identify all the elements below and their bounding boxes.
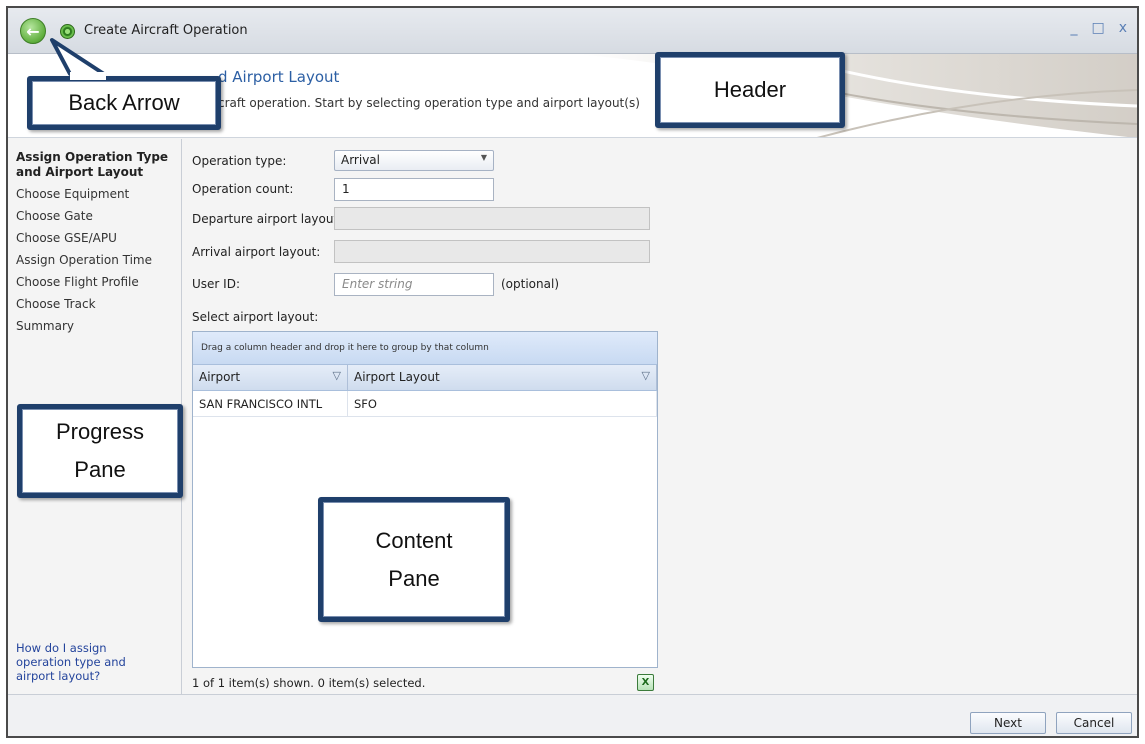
chevron-down-icon: ▼ xyxy=(480,153,487,162)
column-header-label: Airport Layout xyxy=(354,370,440,384)
header-callout-text: Header xyxy=(713,77,787,102)
filter-icon[interactable]: ▽ xyxy=(642,369,650,382)
cell-airport-layout: SFO xyxy=(348,391,657,416)
column-header-airport-layout[interactable]: Airport Layout ▽ xyxy=(348,365,657,390)
minimize-icon[interactable]: _ xyxy=(1070,20,1077,36)
grid-status-text: 1 of 1 item(s) shown. 0 item(s) selected… xyxy=(192,676,426,690)
back-arrow-callout: Back Arrow xyxy=(27,76,221,130)
help-link[interactable]: How do I assign operation type and airpo… xyxy=(16,641,156,683)
column-header-airport[interactable]: Airport ▽ xyxy=(193,365,348,390)
title-bar: ← Create Aircraft Operation _ □ x xyxy=(8,8,1137,54)
user-id-label: User ID: xyxy=(192,277,240,291)
excel-export-icon[interactable]: X xyxy=(637,674,654,691)
cell-airport: SAN FRANCISCO INTL xyxy=(193,391,348,416)
wizard-footer: Next Cancel xyxy=(8,694,1137,736)
step-choose-equipment[interactable]: Choose Equipment xyxy=(16,187,176,202)
table-row[interactable]: SAN FRANCISCO INTL SFO xyxy=(193,391,657,417)
cancel-button[interactable]: Cancel xyxy=(1056,712,1132,734)
back-arrow-button[interactable]: ← xyxy=(20,18,46,44)
arrival-layout-field xyxy=(334,240,650,263)
progress-pane-callout-line1: Progress xyxy=(55,419,145,444)
back-arrow-callout-text: Back Arrow xyxy=(68,90,180,115)
step-summary[interactable]: Summary xyxy=(16,319,176,334)
column-header-label: Airport xyxy=(199,370,241,384)
step-choose-gse-apu[interactable]: Choose GSE/APU xyxy=(16,231,176,246)
operation-type-value: Arrival xyxy=(341,153,380,167)
step-assign-operation-type[interactable]: Assign Operation Type and Airport Layout xyxy=(16,150,176,180)
content-pane-callout-line1: Content xyxy=(375,527,453,553)
window-controls: _ □ x xyxy=(1070,20,1127,36)
grid-header: Airport ▽ Airport Layout ▽ xyxy=(193,365,657,391)
departure-layout-field xyxy=(334,207,650,230)
maximize-icon[interactable]: □ xyxy=(1091,20,1104,36)
close-icon[interactable]: x xyxy=(1119,20,1127,36)
arrival-layout-label: Arrival airport layout: xyxy=(192,245,321,259)
content-pane-callout: Content Pane xyxy=(318,497,510,622)
next-button[interactable]: Next xyxy=(970,712,1046,734)
departure-layout-label: Departure airport layout: xyxy=(192,212,343,226)
operation-type-label: Operation type: xyxy=(192,154,287,168)
header-title: d Airport Layout xyxy=(218,68,340,86)
step-choose-track[interactable]: Choose Track xyxy=(16,297,176,312)
operation-count-label: Operation count: xyxy=(192,182,294,196)
arrow-left-icon: ← xyxy=(26,21,40,41)
group-by-panel[interactable]: Drag a column header and drop it here to… xyxy=(193,332,657,365)
callout-pointer xyxy=(50,38,106,80)
operation-count-field[interactable]: 1 xyxy=(334,178,494,201)
step-list: Assign Operation Type and Airport Layout… xyxy=(16,150,176,341)
content-pane-callout-line2: Pane xyxy=(388,565,440,591)
user-id-optional-note: (optional) xyxy=(501,277,559,291)
step-assign-operation-time[interactable]: Assign Operation Time xyxy=(16,253,176,268)
select-layout-label: Select airport layout: xyxy=(192,310,319,324)
step-choose-flight-profile[interactable]: Choose Flight Profile xyxy=(16,275,176,290)
step-choose-gate[interactable]: Choose Gate xyxy=(16,209,176,224)
filter-icon[interactable]: ▽ xyxy=(333,369,341,382)
user-id-input[interactable]: Enter string xyxy=(334,273,494,296)
progress-pane-callout-line2: Pane xyxy=(74,457,126,482)
progress-pane-callout: Progress Pane xyxy=(17,404,183,498)
header-callout: Header xyxy=(655,52,845,128)
operation-type-dropdown[interactable]: Arrival ▼ xyxy=(334,150,494,171)
